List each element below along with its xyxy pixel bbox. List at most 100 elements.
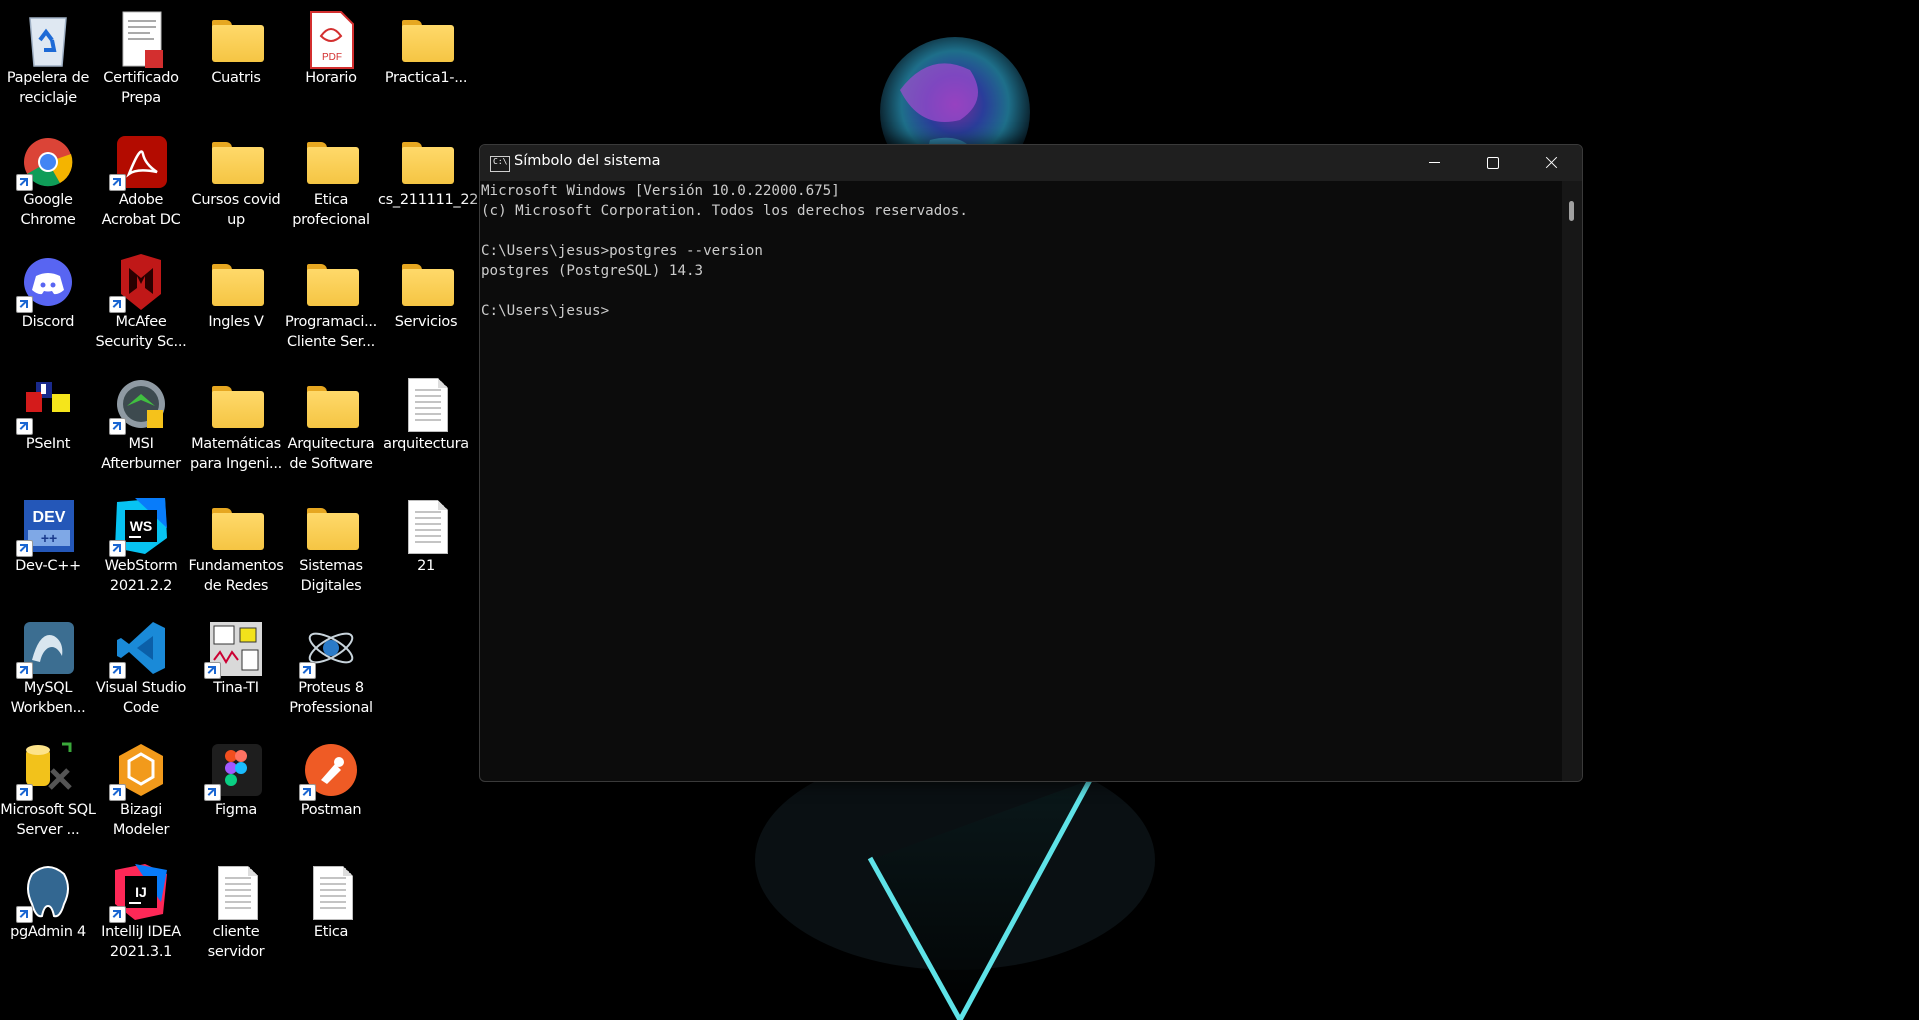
desktop-icon-google-chrome[interactable]: Google Chrome <box>0 126 96 244</box>
desktop-icon-practica1[interactable]: Practica1-... <box>378 4 474 122</box>
desktop-icon-bizagi[interactable]: Bizagi Modeler <box>93 736 189 854</box>
desktop-icon-label: WebStorm 2021.2.2 <box>104 558 178 594</box>
desktop-icon-vscode[interactable]: Visual Studio Code <box>93 614 189 732</box>
folder-icon <box>305 498 359 558</box>
console-line: Microsoft Windows [Versión 10.0.22000.67… <box>481 183 840 199</box>
folder-icon <box>400 132 454 192</box>
close-button[interactable] <box>1522 145 1580 181</box>
desktop-icon-cuatris[interactable]: Cuatris <box>188 4 284 122</box>
desktop-icon-label: 21 <box>417 558 435 574</box>
desktop-icon-intellij[interactable]: IJ IntelliJ IDEA 2021.3.1 <box>93 858 189 976</box>
shortcut-arrow-icon <box>109 418 126 435</box>
desktop-icon-label: Adobe Acrobat DC <box>101 192 181 228</box>
desktop-icon-dev-cpp[interactable]: DEV ++ Dev-C++ <box>0 492 96 610</box>
folder-icon <box>210 376 264 436</box>
maximize-button[interactable] <box>1464 145 1522 181</box>
folder-icon <box>210 498 264 558</box>
shortcut-arrow-icon <box>16 296 33 313</box>
shortcut-arrow-icon <box>109 906 126 923</box>
shortcut-arrow-icon <box>16 662 33 679</box>
desktop-icon-label: cs_211111_22 <box>378 192 479 208</box>
desktop-icon-label: Figma <box>214 802 258 818</box>
folder-icon <box>210 10 264 70</box>
desktop-icon-mysql-workbench[interactable]: MySQL Workben... <box>0 614 96 732</box>
shortcut-arrow-icon <box>16 418 33 435</box>
desktop-icon-discord[interactable]: Discord <box>0 248 96 366</box>
desktop-icon-matematicas[interactable]: Matemáticas para Ingeni... <box>188 370 284 488</box>
desktop-icon-sql-server[interactable]: Microsoft SQL Server ... <box>0 736 96 854</box>
desktop-icon-label: Etica profecional <box>292 192 370 228</box>
desktop-icon-label: Programaci... Cliente Ser... <box>285 314 377 350</box>
text-document-icon <box>305 864 357 924</box>
desktop-icon-label: Proteus 8 Professional <box>289 680 373 716</box>
desktop-icon-certificado[interactable]: Certificado Prepa <box>93 4 189 122</box>
console-line: C:\Users\jesus>postgres --version <box>481 243 763 259</box>
text-document-icon <box>400 498 452 558</box>
window-title: Símbolo del sistema <box>514 153 661 169</box>
svg-text:PDF: PDF <box>322 52 342 63</box>
desktop-icon-papelera[interactable]: Papelera de reciclaje <box>0 4 96 122</box>
desktop-icon-fundamentos-redes[interactable]: Fundamentos de Redes <box>188 492 284 610</box>
desktop-icon-label: PSeInt <box>25 436 71 452</box>
desktop-icon-label: Bizagi Modeler <box>112 802 170 838</box>
desktop-icon-label: Cuatris <box>211 70 261 86</box>
desktop-icon-cursos-covid[interactable]: Cursos covid up <box>188 126 284 244</box>
svg-text:DEV: DEV <box>33 509 66 526</box>
desktop-icon-cliente-servidor[interactable]: cliente servidor <box>188 858 284 976</box>
desktop-icon-horario[interactable]: PDF Horario <box>283 4 379 122</box>
desktop-icon-pgadmin[interactable]: pgAdmin 4 <box>0 858 96 976</box>
desktop-icon-proteus[interactable]: Proteus 8 Professional <box>283 614 379 732</box>
desktop-icon-etica-profecional[interactable]: Etica profecional <box>283 126 379 244</box>
desktop-icon-label: Horario <box>305 70 357 86</box>
desktop-icon-label: Arquitectura de Software <box>287 436 375 472</box>
desktop-icon-arquitectura-doc[interactable]: arquitectura <box>378 370 474 488</box>
desktop-icon-label: Cursos covid up <box>191 192 281 228</box>
desktop-icon-label: Etica <box>313 924 349 940</box>
desktop-icon-label: Matemáticas para Ingeni... <box>190 436 282 472</box>
desktop-icon-label: Practica1-... <box>384 70 468 86</box>
desktop-icon-sistemas-digitales[interactable]: Sistemas Digitales <box>283 492 379 610</box>
folder-icon <box>400 254 454 314</box>
window-titlebar[interactable]: Símbolo del sistema <box>480 145 1582 181</box>
desktop-icon-etica-doc[interactable]: Etica <box>283 858 379 976</box>
desktop-icon-tina-ti[interactable]: Tina-TI <box>188 614 284 732</box>
shortcut-arrow-icon <box>204 662 221 679</box>
shortcut-arrow-icon <box>204 784 221 801</box>
desktop-icon-label: Papelera de reciclaje <box>6 70 90 106</box>
desktop-icon-label: IntelliJ IDEA 2021.3.1 <box>101 924 181 960</box>
desktop-icon-21-doc[interactable]: 21 <box>378 492 474 610</box>
folder-icon <box>305 132 359 192</box>
desktop-icon-cs-211111[interactable]: cs_211111_22 <box>378 126 479 244</box>
desktop-icon-webstorm[interactable]: WS WebStorm 2021.2.2 <box>93 492 189 610</box>
desktop-icon-arquitectura-software[interactable]: Arquitectura de Software <box>283 370 379 488</box>
desktop-icon-label: Microsoft SQL Server ... <box>0 802 96 838</box>
shortcut-arrow-icon <box>109 662 126 679</box>
desktop-icon-ingles-v[interactable]: Ingles V <box>188 248 284 366</box>
desktop-icon-postman[interactable]: Postman <box>283 736 379 854</box>
cmd-icon <box>490 156 510 172</box>
folder-icon <box>305 376 359 436</box>
minimize-button[interactable] <box>1406 145 1464 181</box>
desktop-icon-label: Sistemas Digitales <box>299 558 363 594</box>
desktop-icon-mcafee[interactable]: McAfee Security Sc... <box>93 248 189 366</box>
desktop-icon-label: pgAdmin 4 <box>10 924 86 940</box>
desktop-icon-label: Discord <box>21 314 75 330</box>
text-document-icon <box>400 376 452 436</box>
desktop-icon-label: Google Chrome <box>20 192 76 228</box>
desktop-icon-servicios[interactable]: Servicios <box>378 248 474 366</box>
desktop-icon-programacion-cliente[interactable]: Programaci... Cliente Ser... <box>283 248 379 366</box>
command-prompt-window[interactable]: Símbolo del sistema Microsoft Windows [V… <box>479 144 1583 782</box>
desktop-icon-msi-afterburner[interactable]: MSI Afterburner <box>93 370 189 488</box>
console-prompt-line[interactable]: C:\Users\jesus> <box>480 301 1560 321</box>
desktop-icon-label: MSI Afterburner <box>101 436 181 472</box>
console-output[interactable]: Microsoft Windows [Versión 10.0.22000.67… <box>480 181 1560 779</box>
scrollbar-thumb[interactable] <box>1569 201 1574 221</box>
svg-text:++: ++ <box>41 530 57 546</box>
desktop-icon-pseint[interactable]: PSeInt <box>0 370 96 488</box>
svg-text:WS: WS <box>130 518 153 534</box>
desktop-icon-adobe-acrobat[interactable]: Adobe Acrobat DC <box>93 126 189 244</box>
vertical-scrollbar[interactable] <box>1562 181 1582 781</box>
folder-icon <box>400 10 454 70</box>
desktop-icon-label: arquitectura <box>383 436 469 452</box>
desktop-icon-figma[interactable]: Figma <box>188 736 284 854</box>
